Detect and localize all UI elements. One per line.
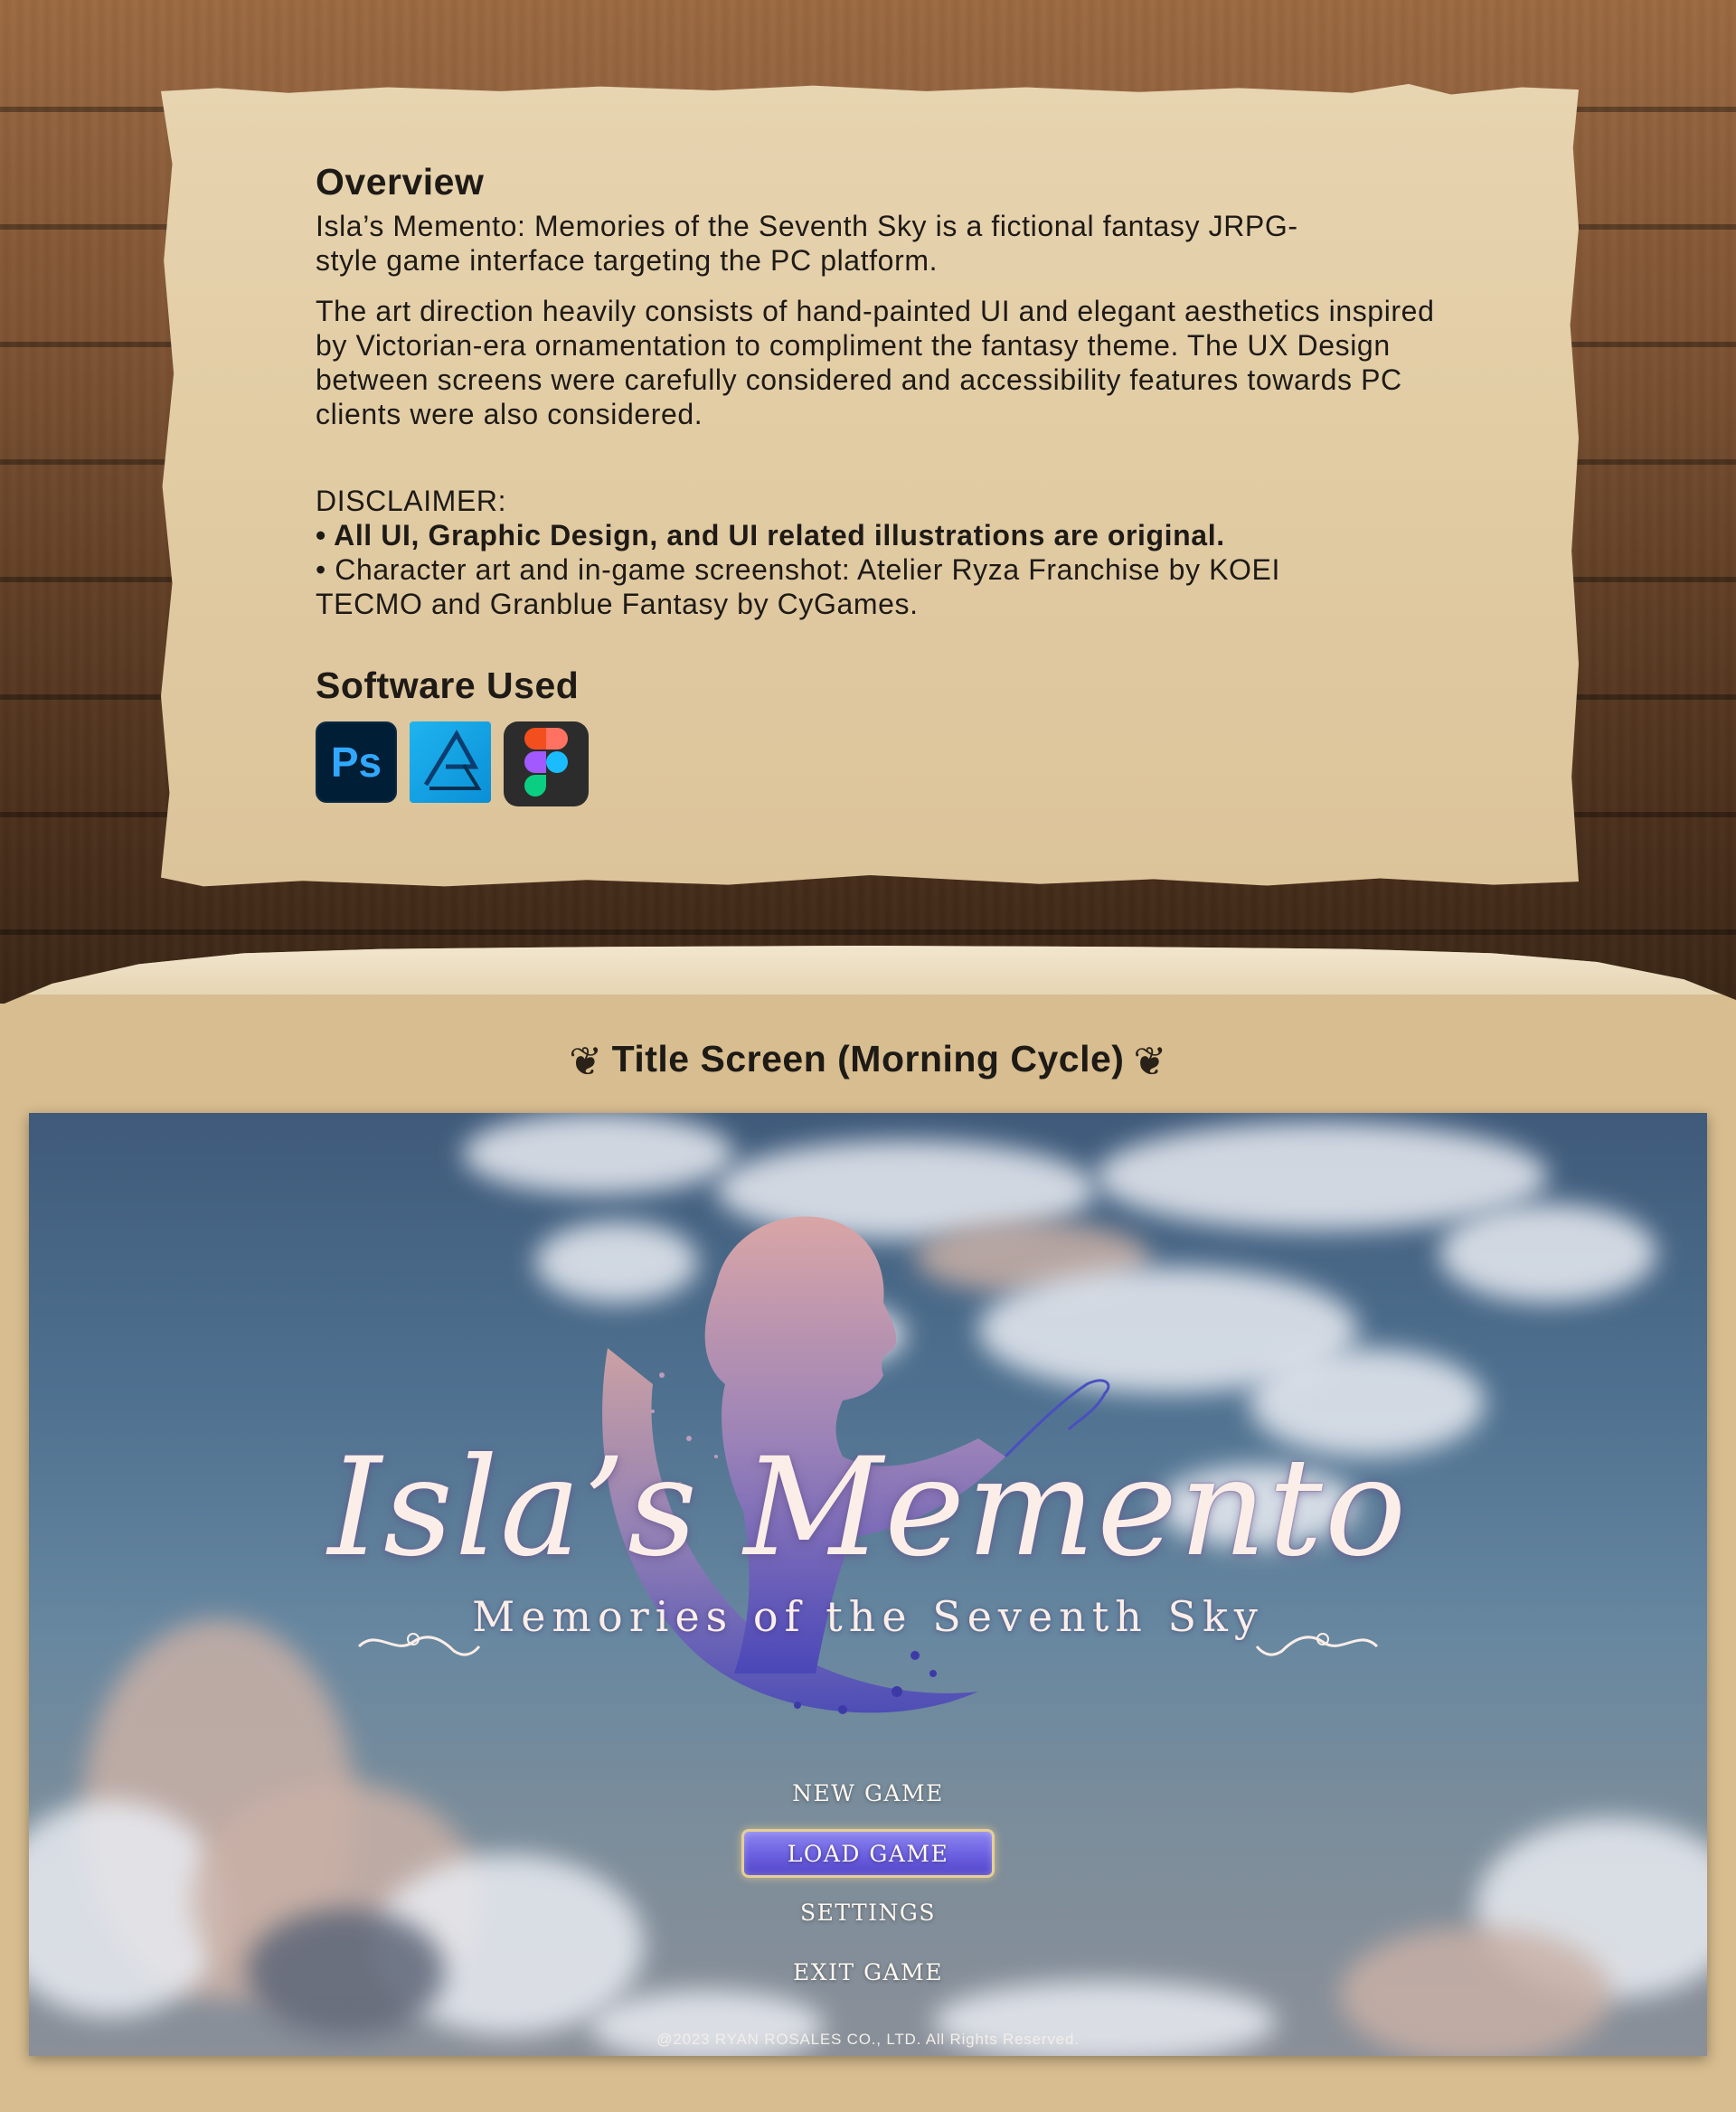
disclaimer-title: DISCLAIMER: <box>316 485 507 517</box>
overview-parchment-card: Overview Isla’s Memento: Memories of the… <box>161 83 1579 887</box>
game-logo-subtitle: Memories of the Seventh Sky <box>472 1592 1264 1641</box>
software-heading: Software Used <box>316 665 580 706</box>
game-logo-title: Isla’s Memento <box>327 1429 1409 1587</box>
load-game-button[interactable]: LOAD GAME <box>741 1829 995 1878</box>
exit-game-button[interactable]: EXIT GAME <box>793 1943 943 2003</box>
overview-paragraph-2: The art direction heavily consists of ha… <box>316 295 1435 430</box>
photoshop-icon: Ps <box>316 721 397 803</box>
affinity-designer-icon <box>410 721 491 803</box>
disclaimer-bullet-2: • Character art and in-game screenshot: … <box>316 553 1280 620</box>
overview-content: Overview Isla’s Memento: Memories of the… <box>316 161 1455 806</box>
disclaimer-bullet-1: • All UI, Graphic Design, and UI related… <box>316 519 1225 552</box>
software-icon-row: Ps <box>316 721 1455 806</box>
left-swirl-ornament-icon <box>357 1633 481 1656</box>
settings-button[interactable]: SETTINGS <box>800 1883 936 1943</box>
section-title-text: Title Screen (Morning Cycle) <box>611 1038 1125 1080</box>
copyright-text: @2023 RYAN ROSALES CO., LTD. All Rights … <box>656 2031 1080 2048</box>
figma-icon <box>504 721 589 806</box>
overview-heading: Overview <box>316 161 485 203</box>
main-menu: NEW GAME LOAD GAME SETTINGS EXIT GAME <box>29 1764 1707 2003</box>
section-title: ❦ Title Screen (Morning Cycle) ❦ <box>0 1038 1736 1085</box>
game-title-screen: Isla’s Memento Memories of the Seventh S… <box>29 1113 1707 2056</box>
right-flourish-icon: ❦ <box>1133 1038 1167 1085</box>
new-game-button[interactable]: NEW GAME <box>792 1764 944 1824</box>
overview-paragraph-1: Isla’s Memento: Memories of the Seventh … <box>316 210 1298 277</box>
parchment-scroll-edge <box>0 946 1736 1049</box>
right-swirl-ornament-icon <box>1255 1633 1379 1656</box>
left-flourish-icon: ❦ <box>569 1038 603 1085</box>
